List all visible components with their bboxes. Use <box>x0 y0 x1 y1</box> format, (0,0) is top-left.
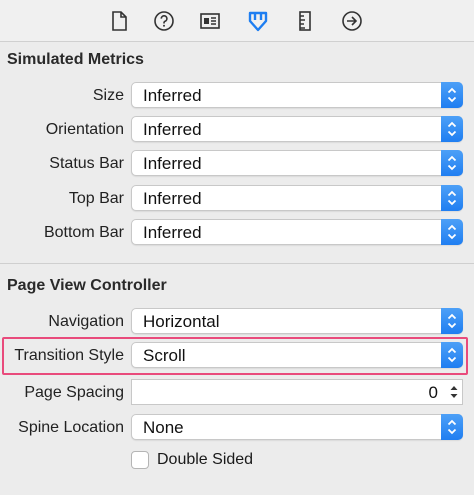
spine-location-popup[interactable]: None <box>131 414 463 440</box>
attributes-icon[interactable] <box>247 10 269 32</box>
status-bar-row: Status Bar Inferred <box>0 150 474 178</box>
inspector-toolbar <box>0 0 474 42</box>
navigation-row: Navigation Horizontal <box>0 308 474 336</box>
simulated-metrics-header: Simulated Metrics <box>7 51 144 68</box>
bottom-bar-row: Bottom Bar Inferred <box>0 219 474 247</box>
orientation-row: Orientation Inferred <box>0 116 474 144</box>
chevron-updown-icon <box>441 185 463 211</box>
chevron-updown-icon <box>441 150 463 176</box>
navigation-label: Navigation <box>48 313 124 330</box>
page-view-controller-header: Page View Controller <box>7 277 167 294</box>
transition-style-value: Scroll <box>143 346 186 365</box>
double-sided-checkbox[interactable] <box>131 451 149 469</box>
page-spacing-row: Page Spacing 0 <box>0 379 474 407</box>
chevron-updown-icon <box>441 82 463 108</box>
orientation-popup[interactable]: Inferred <box>131 116 463 142</box>
size-value: Inferred <box>143 86 202 105</box>
top-bar-value: Inferred <box>143 189 202 208</box>
status-bar-label: Status Bar <box>49 155 124 172</box>
section-divider <box>0 263 474 264</box>
navigation-value: Horizontal <box>143 312 220 331</box>
chevron-updown-icon <box>441 116 463 142</box>
spine-location-value: None <box>143 418 184 437</box>
chevron-updown-icon <box>441 219 463 245</box>
size-label: Size <box>92 87 124 104</box>
identity-icon[interactable] <box>199 10 221 32</box>
bottom-bar-value: Inferred <box>143 223 202 242</box>
file-icon[interactable] <box>108 10 130 32</box>
stepper-arrows-icon[interactable] <box>448 382 460 402</box>
transition-style-popup[interactable]: Scroll <box>131 342 463 368</box>
navigation-popup[interactable]: Horizontal <box>131 308 463 334</box>
chevron-updown-icon <box>441 308 463 334</box>
chevron-updown-icon <box>441 342 463 368</box>
size-ruler-icon[interactable] <box>294 10 316 32</box>
spine-location-row: Spine Location None <box>0 414 474 442</box>
double-sided-label: Double Sided <box>157 451 254 468</box>
help-icon[interactable] <box>153 10 175 32</box>
transition-style-row: Transition Style Scroll <box>0 342 474 370</box>
transition-style-label: Transition Style <box>14 347 124 364</box>
bottom-bar-popup[interactable]: Inferred <box>131 219 463 245</box>
orientation-value: Inferred <box>143 120 202 139</box>
bottom-bar-label: Bottom Bar <box>43 224 124 241</box>
status-bar-popup[interactable]: Inferred <box>131 150 463 176</box>
top-bar-popup[interactable]: Inferred <box>131 185 463 211</box>
page-spacing-label: Page Spacing <box>24 384 124 401</box>
size-row: Size Inferred <box>0 82 474 110</box>
spine-location-label: Spine Location <box>18 419 124 436</box>
size-popup[interactable]: Inferred <box>131 82 463 108</box>
top-bar-label: Top Bar <box>68 190 124 207</box>
status-bar-value: Inferred <box>143 154 202 173</box>
chevron-updown-icon <box>441 414 463 440</box>
connections-icon[interactable] <box>341 10 363 32</box>
orientation-label: Orientation <box>45 121 124 138</box>
page-spacing-field[interactable]: 0 <box>131 379 463 405</box>
page-spacing-value: 0 <box>428 383 438 402</box>
top-bar-row: Top Bar Inferred <box>0 185 474 213</box>
